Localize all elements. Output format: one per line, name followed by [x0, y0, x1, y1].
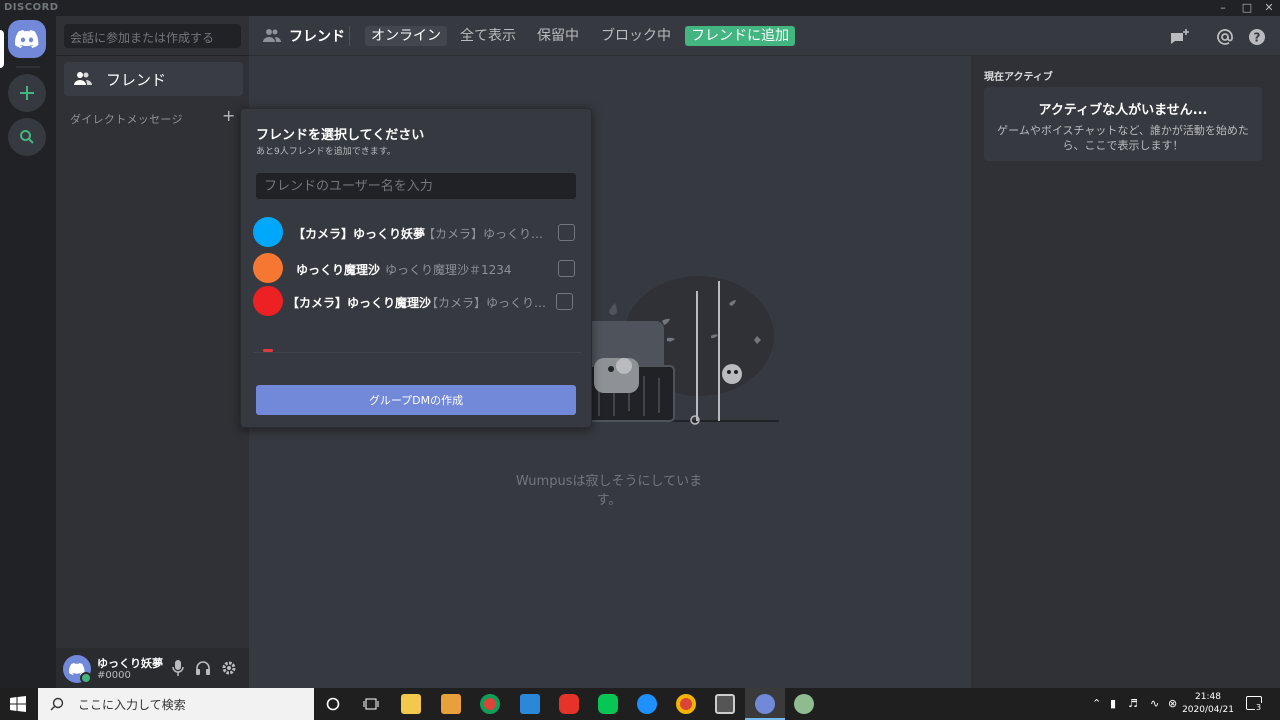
friends-nav-item[interactable]: フレンド	[64, 62, 243, 96]
taskbar-search-placeholder: ここに入力して検索	[78, 697, 186, 712]
notification-center-icon[interactable]: 3	[1246, 696, 1263, 712]
chrome-icon[interactable]	[480, 694, 500, 714]
username: ゆっくり妖夢	[97, 657, 163, 670]
x-circle-icon[interactable]: ⊗	[1168, 697, 1177, 710]
chrome-icon-2[interactable]	[676, 694, 696, 714]
line-icon[interactable]	[598, 694, 618, 714]
maximize-icon[interactable]: □	[1240, 1, 1254, 15]
add-server-button[interactable]	[8, 74, 46, 112]
friend-row[interactable]: 【カメラ】ゆっくり妖夢 【カメラ】ゆっくり妖夢	[253, 217, 581, 247]
task-view-icon[interactable]	[363, 697, 379, 711]
chevron-up-icon[interactable]: ⌃	[1092, 697, 1101, 710]
paint-icon[interactable]	[794, 694, 814, 714]
tab-blocked[interactable]: ブロック中	[595, 26, 677, 46]
user-panel: ゆっくり妖夢 #0000	[56, 648, 249, 688]
gear-icon[interactable]	[220, 659, 238, 677]
title-bar: DISCORD – □ ✕	[0, 0, 1280, 16]
inbox-mentions-icon[interactable]	[1215, 27, 1235, 47]
dm-sidebar: 会話に参加または作成する フレンド ダイレクトメッセージ +	[56, 16, 249, 688]
microphone-icon[interactable]	[169, 659, 187, 677]
tab-all[interactable]: 全て表示	[454, 26, 522, 46]
server-sidebar	[0, 16, 56, 688]
app-red-icon[interactable]	[559, 694, 579, 714]
video-editor-icon[interactable]	[715, 694, 735, 714]
app-brand: DISCORD	[4, 2, 59, 13]
add-friend-button[interactable]: フレンドに追加	[685, 26, 795, 46]
friend-name: 【カメラ】ゆっくり魔理沙	[287, 296, 432, 310]
windows-start-icon[interactable]	[10, 696, 26, 712]
help-icon[interactable]: ?	[1247, 27, 1267, 47]
discord-logo-icon	[15, 30, 39, 48]
friend-name: 【カメラ】ゆっくり妖夢	[293, 227, 426, 241]
friend-avatar	[253, 286, 283, 316]
group-dm-popout: フレンドを選択してください あと9人フレンドを追加できます。 【カメラ】ゆっくり…	[240, 108, 592, 428]
friends-nav-label: フレンド	[106, 70, 167, 89]
popout-subtitle: あと9人フレンドを追加できます。	[256, 147, 396, 157]
empty-state-text: Wumpusは寂しそうにしています。	[515, 474, 703, 508]
clock-date: 2020/04/21	[1182, 705, 1234, 715]
headphones-icon[interactable]	[194, 659, 212, 677]
wumpus-illustration	[584, 276, 779, 425]
clock-time: 21:48	[1195, 692, 1221, 702]
home-button[interactable]	[8, 20, 46, 58]
user-tag: #0000	[97, 670, 131, 681]
mail-icon[interactable]	[520, 694, 540, 714]
active-now-card: アクティブな人がいません... ゲームやボイスチャットなど、誰かが活動を始めたら…	[984, 87, 1262, 161]
media-player-icon[interactable]	[441, 694, 461, 714]
battery-icon[interactable]: ▮	[1110, 697, 1116, 710]
friend-row[interactable]: 【カメラ】ゆっくり魔理沙 【カメラ】ゆっくり魔...	[253, 286, 581, 316]
windows-taskbar: ここに入力して検索 ⌃ ▮ ♬ ∿ ⊗ 21:48 2020/04/21 3	[0, 688, 1280, 720]
active-now-panel: 現在アクティブ アクティブな人がいません... ゲームやボイスチャットなど、誰か…	[971, 56, 1280, 688]
friend-row[interactable]: ゆっくり魔理沙 ゆっくり魔理沙＃1234	[253, 253, 581, 283]
selected-indicator	[0, 30, 4, 68]
active-now-title: 現在アクティブ	[984, 72, 1053, 83]
online-status-badge	[80, 672, 92, 684]
svg-text:?: ?	[1254, 31, 1261, 45]
friend-avatar	[253, 217, 283, 247]
friends-header-label: フレンド	[289, 29, 345, 45]
notification-count: 3	[1255, 703, 1263, 712]
friends-icon	[74, 72, 92, 85]
friends-topbar: フレンド オンライン 全て表示 保留中 ブロック中 フレンドに追加 ?	[249, 16, 1280, 56]
dm-header: ダイレクトメッセージ	[70, 113, 183, 126]
friends-icon	[263, 29, 281, 42]
volume-icon[interactable]: ♬	[1128, 697, 1138, 710]
tab-online[interactable]: オンライン	[365, 26, 447, 46]
friend-checkbox[interactable]	[556, 293, 573, 310]
discord-taskbar-icon	[755, 694, 775, 714]
close-icon[interactable]: ✕	[1262, 1, 1276, 15]
friends-header: フレンド	[263, 26, 345, 46]
friend-username: 【カメラ】ゆっくり魔...	[426, 296, 554, 310]
new-group-dm-icon[interactable]	[1170, 27, 1190, 47]
friend-name: ゆっくり魔理沙	[296, 263, 381, 277]
minimize-icon[interactable]: –	[1216, 1, 1230, 15]
plus-icon	[20, 86, 34, 100]
explore-servers-button[interactable]	[8, 118, 46, 156]
popout-title: フレンドを選択してください	[256, 128, 425, 143]
file-explorer-icon[interactable]	[401, 694, 421, 714]
active-now-card-text: ゲームやボイスチャットなど、誰かが活動を始めたら、ここで表示します！	[997, 124, 1249, 152]
search-icon	[20, 130, 34, 144]
friend-username: ゆっくり魔理沙＃1234	[385, 263, 512, 277]
create-dm-icon[interactable]: +	[222, 106, 235, 125]
edge-icon[interactable]	[637, 694, 657, 714]
friend-checkbox[interactable]	[558, 224, 575, 241]
cortana-icon[interactable]	[326, 697, 340, 711]
friend-username: 【カメラ】ゆっくり妖夢	[423, 227, 551, 241]
friend-avatar	[253, 253, 283, 283]
friend-search-input[interactable]	[256, 173, 576, 199]
active-now-card-title: アクティブな人がいません...	[1038, 103, 1208, 118]
friend-checkbox[interactable]	[558, 260, 575, 277]
taskbar-clock[interactable]: 21:48 2020/04/21	[1182, 691, 1234, 717]
taskbar-search[interactable]: ここに入力して検索	[38, 688, 314, 720]
discord-taskbar-active[interactable]	[745, 688, 785, 720]
guild-divider	[16, 66, 40, 68]
conversation-search[interactable]: 会話に参加または作成する	[64, 24, 241, 48]
search-icon	[50, 697, 64, 711]
create-group-dm-button[interactable]: グループDMの作成	[256, 385, 576, 415]
tab-pending[interactable]: 保留中	[531, 26, 585, 46]
network-icon[interactable]: ∿	[1150, 697, 1159, 710]
